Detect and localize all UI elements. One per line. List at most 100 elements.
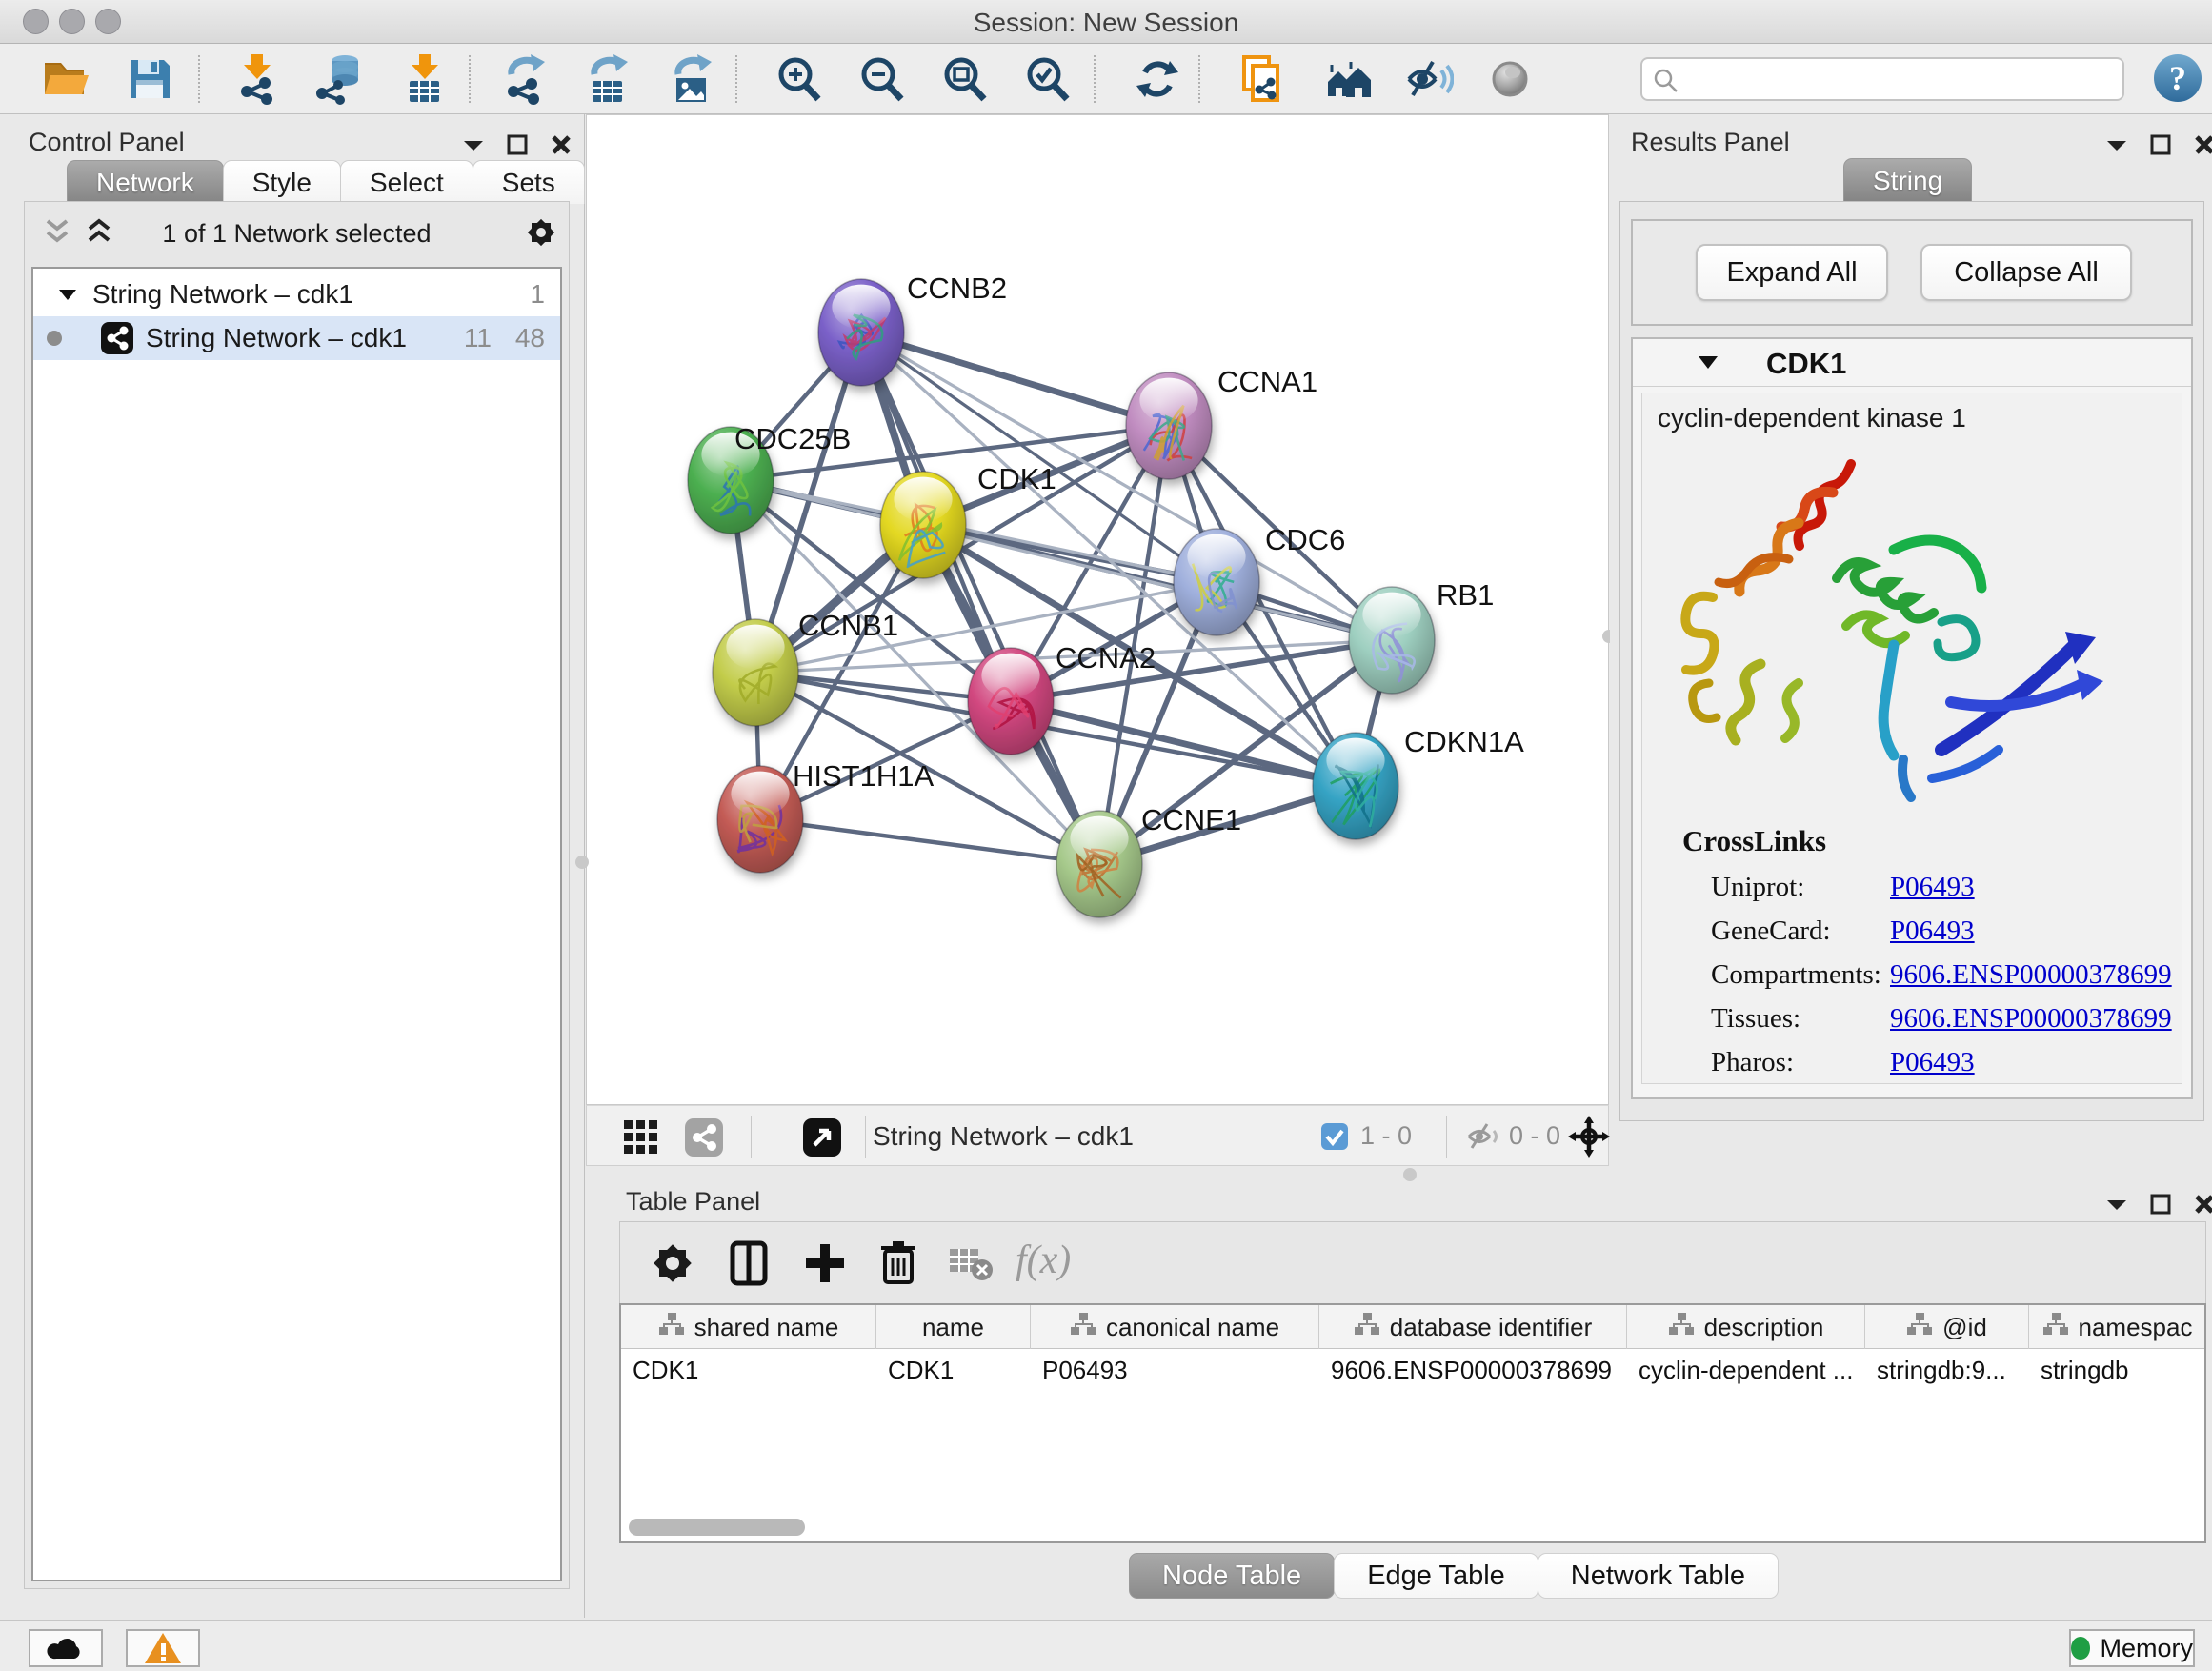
horizontal-scrollbar[interactable] [629, 1519, 805, 1536]
zoom-selected-icon[interactable] [1022, 53, 1074, 105]
crosslink-link[interactable]: P06493 [1890, 872, 1975, 903]
crosslink-label: Uniprot: [1711, 872, 1804, 902]
column-header-database-identifier[interactable]: database identifier [1319, 1305, 1627, 1349]
memory-button[interactable]: Memory [2069, 1629, 2195, 1667]
node-table[interactable]: shared namenamecanonical namedatabase id… [619, 1303, 2206, 1543]
import-network-icon[interactable] [231, 53, 283, 105]
add-column-icon[interactable] [799, 1238, 851, 1289]
gene-section-header[interactable]: CDK1 [1633, 339, 2191, 387]
float-panel-icon[interactable] [2149, 1193, 2172, 1216]
save-session-icon[interactable] [124, 53, 175, 105]
birds-eye-view-icon[interactable] [802, 1117, 842, 1158]
table-row[interactable]: CDK1CDK1P064939606.ENSP00000378699cyclin… [621, 1349, 2206, 1391]
float-panel-icon[interactable] [2149, 133, 2172, 156]
preview-eye-icon[interactable] [1484, 53, 1536, 105]
collapse-arrow-icon[interactable] [58, 288, 77, 301]
tab-sets[interactable]: Sets [473, 160, 585, 204]
crosslink-link[interactable]: P06493 [1890, 1047, 1975, 1078]
node-label-RB1: RB1 [1437, 578, 1494, 612]
close-panel-icon[interactable] [550, 133, 573, 156]
cloud-button[interactable] [29, 1629, 103, 1667]
float-panel-icon[interactable] [506, 133, 529, 156]
close-panel-icon[interactable] [2193, 1193, 2212, 1216]
zoom-fit-icon[interactable] [939, 53, 991, 105]
table-cell[interactable]: CDK1 [876, 1349, 1031, 1391]
tab-select[interactable]: Select [340, 160, 473, 204]
grid-view-icon[interactable] [623, 1119, 659, 1156]
warning-button[interactable] [126, 1629, 200, 1667]
column-header-namespac[interactable]: namespac [2029, 1305, 2206, 1349]
table-cell[interactable]: cyclin-dependent ... [1627, 1349, 1865, 1391]
network-view-icon[interactable] [684, 1117, 724, 1158]
network-node-CCNA2[interactable] [968, 648, 1054, 755]
network-node-RB1[interactable] [1349, 587, 1435, 694]
import-table-icon[interactable] [398, 53, 450, 105]
table-cell[interactable]: stringdb:9... [1865, 1349, 2029, 1391]
crosslink-link[interactable]: 9606.ENSP00000378699 [1890, 1003, 2172, 1035]
network-row-label: String Network – cdk1 [146, 323, 407, 353]
zoom-in-icon[interactable] [774, 53, 825, 105]
column-header-canonical-name[interactable]: canonical name [1031, 1305, 1319, 1349]
close-panel-icon[interactable] [2193, 133, 2212, 156]
table-settings-gear-icon[interactable] [647, 1238, 698, 1289]
delete-column-icon[interactable] [873, 1238, 924, 1289]
tab-style[interactable]: Style [223, 160, 341, 204]
export-table-icon[interactable] [581, 53, 633, 105]
network-view[interactable]: CCNB2CCNA1CDC25BCDK1CDC6RB1CCNB1CCNA2CDK… [586, 114, 1609, 1105]
column-header-description[interactable]: description [1627, 1305, 1865, 1349]
network-node-CDK1[interactable] [880, 472, 966, 578]
export-network-icon[interactable] [498, 53, 550, 105]
network-row[interactable]: String Network – cdk1 11 48 [33, 316, 560, 360]
node-label-CDC6: CDC6 [1265, 523, 1345, 556]
crosslink-link[interactable]: 9606.ENSP00000378699 [1890, 959, 2172, 991]
tab-network[interactable]: Network [67, 160, 224, 204]
search-input[interactable] [1640, 57, 2124, 101]
open-session-icon[interactable] [40, 53, 91, 105]
export-image-icon[interactable] [665, 53, 716, 105]
delete-table-icon [944, 1238, 995, 1289]
network-node-CDC6[interactable] [1174, 529, 1259, 635]
import-network-from-database-icon[interactable] [314, 53, 366, 105]
network-collection-row[interactable]: String Network – cdk1 1 [33, 272, 560, 316]
network-node-CCNB1[interactable] [713, 619, 798, 726]
column-header-name[interactable]: name [876, 1305, 1031, 1349]
hide-panels-icon[interactable] [1402, 53, 1454, 105]
network-node-CCNB2[interactable] [818, 279, 904, 386]
zoom-out-icon[interactable] [856, 53, 908, 105]
left-splitter-handle[interactable] [575, 856, 589, 869]
table-cell[interactable]: P06493 [1031, 1349, 1319, 1391]
crosslink-link[interactable]: P06493 [1890, 916, 1975, 947]
show-columns-icon[interactable] [723, 1238, 774, 1289]
table-cell[interactable]: CDK1 [621, 1349, 876, 1391]
node-label-CDKN1A: CDKN1A [1404, 725, 1524, 758]
expand-all-button[interactable]: Expand All [1696, 244, 1888, 301]
network-status-dot [47, 331, 62, 346]
tab-network-table[interactable]: Network Table [1538, 1553, 1779, 1599]
help-icon[interactable]: ? [2151, 51, 2202, 103]
selected-checkbox-icon[interactable] [1320, 1122, 1349, 1151]
collapse-all-button[interactable]: Collapse All [1920, 244, 2132, 301]
horizontal-splitter-handle[interactable] [1403, 1168, 1417, 1181]
panel-menu-icon[interactable] [2105, 1197, 2128, 1212]
network-node-CDKN1A[interactable] [1313, 733, 1398, 839]
table-cell[interactable]: 9606.ENSP00000378699 [1319, 1349, 1627, 1391]
panel-menu-icon[interactable] [462, 137, 485, 152]
table-cell[interactable]: stringdb [2029, 1349, 2206, 1391]
fit-selected-icon[interactable] [1568, 1116, 1610, 1158]
collapse-section-icon[interactable] [1698, 354, 1719, 370]
gear-icon[interactable] [522, 213, 560, 252]
duplicate-network-icon[interactable] [1237, 53, 1288, 105]
tab-string[interactable]: String [1843, 158, 1972, 202]
tab-node-table[interactable]: Node Table [1129, 1553, 1335, 1599]
column-header-shared-name[interactable]: shared name [621, 1305, 876, 1349]
tab-edge-table[interactable]: Edge Table [1334, 1553, 1538, 1599]
network-node-CCNE1[interactable] [1056, 811, 1142, 917]
apply-layout-icon[interactable] [1132, 53, 1183, 105]
home-icon[interactable] [1322, 53, 1374, 105]
network-tree: String Network – cdk1 1 String Network –… [31, 267, 562, 1581]
node-label-CCNE1: CCNE1 [1141, 803, 1241, 836]
panel-menu-icon[interactable] [2105, 137, 2128, 152]
network-node-HIST1H1A[interactable] [717, 766, 803, 873]
column-header-@id[interactable]: @id [1865, 1305, 2029, 1349]
network-node-CCNA1[interactable] [1126, 372, 1212, 479]
